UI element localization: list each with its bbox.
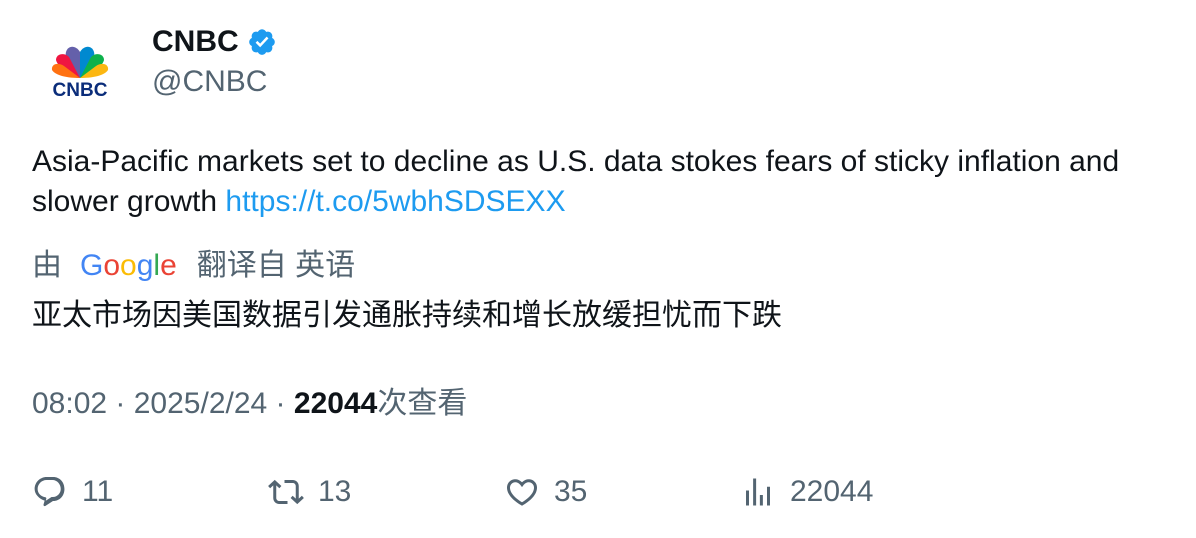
verified-badge-icon bbox=[248, 29, 275, 55]
avatar[interactable]: CNBC bbox=[36, 30, 124, 118]
tweet-link[interactable]: https://t.co/5wbhSDSEXX bbox=[225, 185, 565, 218]
retweet-icon bbox=[268, 479, 304, 505]
translation-attribution[interactable]: 由 Google 翻译自 英语 bbox=[32, 246, 355, 286]
meta-separator: · bbox=[107, 387, 134, 420]
tweet-body: Asia-Pacific markets set to decline as U… bbox=[32, 145, 1120, 218]
action-bar: 11 13 35 22044 bbox=[0, 470, 1196, 514]
reply-button[interactable]: 11 bbox=[32, 470, 113, 514]
retweet-button[interactable]: 13 bbox=[268, 470, 351, 514]
like-count: 35 bbox=[554, 475, 588, 508]
reply-icon bbox=[34, 477, 65, 507]
views-count: 22044 bbox=[293, 387, 378, 420]
tweet-meta: 08:02 · 2025/2/24 · 22044次查看 bbox=[32, 384, 467, 424]
translation-suffix: 翻译自 英语 bbox=[196, 249, 356, 282]
like-button[interactable]: 35 bbox=[504, 470, 587, 514]
view-count: 22044 bbox=[790, 475, 874, 508]
views-button[interactable]: 22044 bbox=[740, 470, 873, 514]
translation-prefix: 由 bbox=[32, 249, 62, 282]
tweet-time[interactable]: 08:02 bbox=[32, 387, 107, 420]
retweet-count: 13 bbox=[318, 475, 352, 508]
translated-text: 亚太市场因美国数据引发通胀持续和增长放缓担忧而下跌 bbox=[32, 299, 782, 332]
views-label: 次查看 bbox=[377, 387, 468, 420]
like-icon bbox=[506, 479, 538, 506]
author-handle[interactable]: @CNBC bbox=[152, 62, 267, 102]
google-logo: Google bbox=[80, 249, 177, 282]
cnbc-logo-text: CNBC bbox=[53, 80, 108, 101]
author-name-row: CNBC bbox=[152, 22, 277, 62]
cnbc-peacock-icon: CNBC bbox=[51, 46, 109, 101]
author-name[interactable]: CNBC bbox=[152, 22, 239, 62]
tweet-date[interactable]: 2025/2/24 bbox=[134, 387, 267, 420]
views-icon bbox=[746, 478, 770, 506]
tweet-text: Asia-Pacific markets set to decline as U… bbox=[32, 142, 1172, 222]
meta-separator: · bbox=[267, 387, 294, 420]
reply-count: 11 bbox=[82, 475, 114, 508]
